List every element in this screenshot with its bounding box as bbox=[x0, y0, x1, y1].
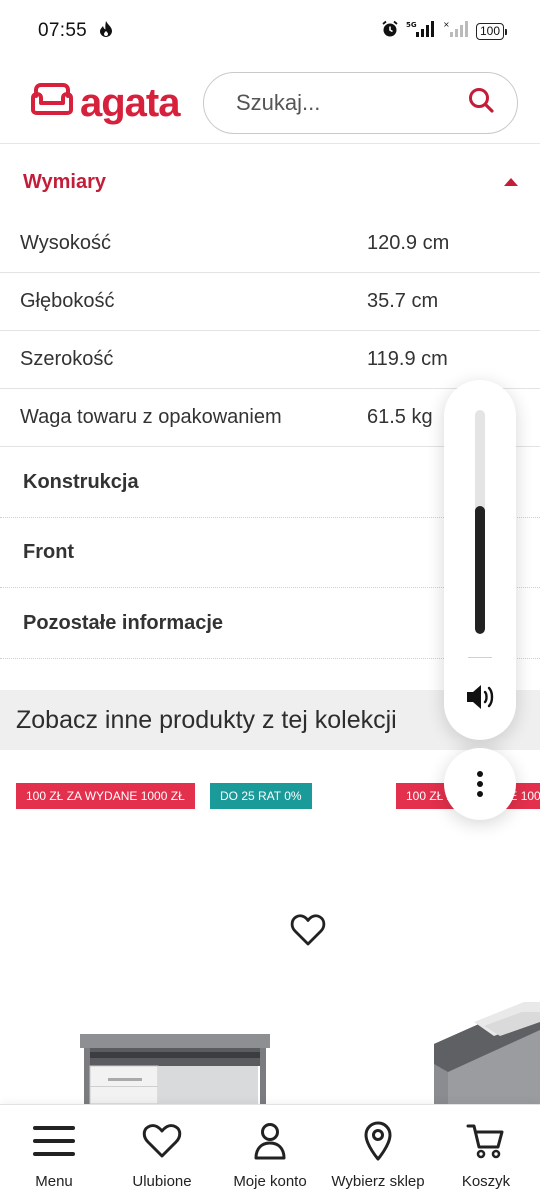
alarm-icon bbox=[381, 20, 399, 43]
accordion-label: Pozostałe informacje bbox=[23, 612, 224, 634]
signal-secondary-icon: × bbox=[443, 20, 469, 43]
header: agata Szukaj... bbox=[0, 62, 540, 144]
dimension-row: Głębokość 35.7 cm bbox=[0, 273, 540, 331]
status-time: 07:55 bbox=[38, 20, 88, 41]
menu-icon bbox=[32, 1121, 76, 1161]
flame-notification-icon bbox=[97, 20, 115, 43]
more-options-icon[interactable] bbox=[444, 748, 516, 820]
dimension-value: 120.9 cm bbox=[367, 232, 450, 254]
bottom-navigation: Menu Ulubione Moje konto Wybierz sklep K… bbox=[0, 1104, 540, 1200]
dimension-label: Wysokość bbox=[20, 232, 111, 254]
status-bar: 07:55 5G × 100 bbox=[0, 0, 540, 62]
agata-logo[interactable]: agata bbox=[30, 82, 180, 123]
dimension-value: 61.5 kg bbox=[367, 406, 433, 428]
sofa-logo-icon bbox=[30, 82, 74, 123]
dimension-label: Szerokość bbox=[20, 348, 114, 370]
nav-item-menu[interactable]: Menu bbox=[0, 1105, 108, 1200]
speaker-icon[interactable] bbox=[464, 682, 496, 717]
signal-5g-icon: 5G bbox=[406, 20, 436, 43]
nav-item-favorites[interactable]: Ulubione bbox=[108, 1105, 216, 1200]
installment-badge: DO 25 RAT 0% bbox=[210, 783, 312, 809]
logo-text: agata bbox=[80, 80, 180, 125]
svg-text:×: × bbox=[443, 20, 450, 29]
cart-icon bbox=[466, 1121, 506, 1161]
search-input[interactable]: Szukaj... bbox=[236, 90, 467, 116]
volume-slider[interactable] bbox=[475, 410, 485, 634]
caret-up-icon bbox=[504, 178, 518, 186]
network-label: 5G bbox=[406, 21, 417, 29]
heart-icon bbox=[142, 1121, 182, 1161]
nav-item-store[interactable]: Wybierz sklep bbox=[324, 1105, 432, 1200]
dimension-value: 35.7 cm bbox=[367, 290, 439, 312]
nav-label: Koszyk bbox=[461, 1173, 511, 1190]
dimension-label: Głębokość bbox=[20, 290, 115, 312]
nav-label: Moje konto bbox=[233, 1173, 307, 1190]
dimension-row: Wysokość 120.9 cm bbox=[0, 215, 540, 273]
map-pin-icon bbox=[363, 1121, 393, 1161]
nav-label: Ulubione bbox=[132, 1173, 192, 1190]
bed-product-image[interactable] bbox=[434, 1000, 540, 1109]
volume-panel bbox=[444, 380, 516, 740]
search-icon[interactable] bbox=[467, 86, 495, 119]
dimension-row: Szerokość 119.9 cm bbox=[0, 331, 540, 389]
nav-item-cart[interactable]: Koszyk bbox=[432, 1105, 540, 1200]
user-icon bbox=[253, 1121, 287, 1161]
dimension-label: Waga towaru z opakowaniem bbox=[20, 406, 282, 428]
nav-label: Menu bbox=[35, 1173, 73, 1190]
dimensions-title: Wymiary bbox=[23, 170, 107, 193]
battery-icon: 100 bbox=[475, 22, 508, 40]
accordion-label: Front bbox=[23, 541, 75, 563]
volume-divider bbox=[468, 657, 492, 658]
search-box[interactable]: Szukaj... bbox=[203, 71, 518, 134]
dimensions-accordion-header[interactable]: Wymiary bbox=[0, 144, 540, 220]
favorite-heart-icon[interactable] bbox=[290, 913, 326, 952]
promo-badge: 100 ZŁ ZA WYDANE 1000 ZŁ bbox=[16, 783, 195, 809]
desk-product-image[interactable] bbox=[80, 1030, 272, 1109]
nav-item-account[interactable]: Moje konto bbox=[216, 1105, 324, 1200]
accordion-label: Konstrukcja bbox=[23, 471, 139, 493]
nav-label: Wybierz sklep bbox=[331, 1173, 425, 1190]
dimension-value: 119.9 cm bbox=[367, 348, 448, 370]
volume-level-fill bbox=[475, 506, 485, 634]
